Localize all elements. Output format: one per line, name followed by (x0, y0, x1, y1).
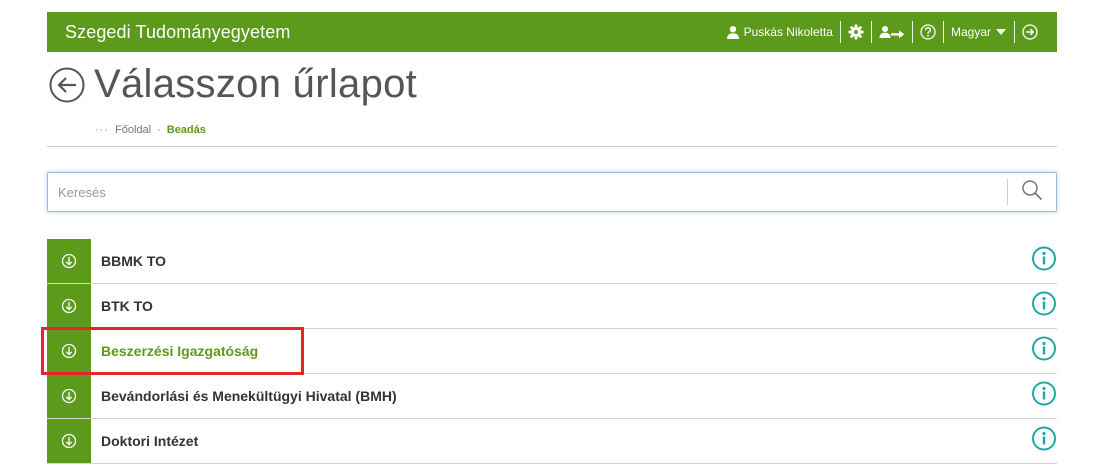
expand-button[interactable] (47, 329, 91, 373)
search-box (47, 172, 1057, 212)
help-button[interactable] (913, 12, 943, 52)
language-label: Magyar (950, 25, 991, 39)
download-arrow-icon (61, 343, 77, 359)
help-icon (920, 24, 936, 40)
breadcrumb-separator: · (157, 124, 161, 136)
breadcrumb-ellipsis[interactable]: ··· (95, 124, 109, 136)
user-switch-icon (879, 25, 905, 39)
user-name: Puskás Nikoletta (743, 25, 833, 39)
download-arrow-icon (61, 388, 77, 404)
top-bar: Szegedi Tudományegyetem Puskás Nikoletta (47, 12, 1057, 52)
search-input[interactable] (48, 172, 1007, 212)
download-arrow-icon (61, 298, 77, 314)
list-item-label[interactable]: BBMK TO (101, 253, 166, 269)
expand-button[interactable] (47, 239, 91, 283)
settings-button[interactable] (841, 12, 871, 52)
list-item[interactable]: BTK TO (47, 284, 1057, 329)
search-button[interactable] (1008, 173, 1056, 211)
breadcrumb-current: Beadás (166, 124, 206, 136)
separator (870, 21, 872, 43)
download-arrow-icon (61, 253, 77, 269)
breadcrumb-home-link[interactable]: Főoldal (115, 124, 151, 136)
list-item[interactable]: BBMK TO (47, 239, 1057, 284)
list-item[interactable]: Doktori Intézet (47, 419, 1057, 464)
list-item[interactable]: Beszerzési Igazgatóság (47, 329, 1057, 374)
switch-user-button[interactable] (872, 12, 912, 52)
list-item-label[interactable]: BTK TO (101, 298, 153, 314)
user-icon (726, 25, 740, 39)
logout-icon (1022, 24, 1038, 40)
info-icon[interactable] (1031, 381, 1057, 412)
page-title: Válasszon űrlapot (94, 62, 418, 106)
back-arrow-icon[interactable] (48, 66, 86, 104)
info-icon[interactable] (1031, 246, 1057, 277)
breadcrumb: ··· Főoldal · Beadás (95, 124, 206, 136)
info-icon[interactable] (1031, 291, 1057, 322)
separator (1014, 21, 1015, 43)
user-menu[interactable]: Puskás Nikoletta (719, 12, 840, 52)
separator (839, 21, 841, 43)
list-item-label[interactable]: Doktori Intézet (101, 433, 198, 449)
caret-down-icon (995, 28, 1007, 36)
title-row: Válasszon űrlapot (48, 62, 417, 107)
expand-button[interactable] (47, 284, 91, 328)
language-select[interactable]: Magyar (944, 12, 1014, 52)
separator (942, 21, 944, 43)
list-item-label[interactable]: Beszerzési Igazgatóság (101, 343, 258, 359)
search-icon (1021, 179, 1043, 206)
separator (911, 21, 913, 43)
form-list: BBMK TO BTK TO Beszerzési Igazgatóság Be… (47, 239, 1057, 464)
list-item-label[interactable]: Bevándorlási és Menekültügyi Hivatal (BM… (101, 388, 397, 404)
logout-button[interactable] (1015, 12, 1045, 52)
info-icon[interactable] (1031, 426, 1057, 457)
expand-button[interactable] (47, 419, 91, 463)
list-item[interactable]: Bevándorlási és Menekültügyi Hivatal (BM… (47, 374, 1057, 419)
divider (47, 146, 1057, 147)
brand-name[interactable]: Szegedi Tudományegyetem (65, 22, 290, 43)
download-arrow-icon (61, 433, 77, 449)
top-bar-actions: Puskás Nikoletta Magyar (719, 12, 1057, 52)
expand-button[interactable] (47, 374, 91, 418)
info-icon[interactable] (1031, 336, 1057, 367)
gear-icon (848, 24, 864, 40)
